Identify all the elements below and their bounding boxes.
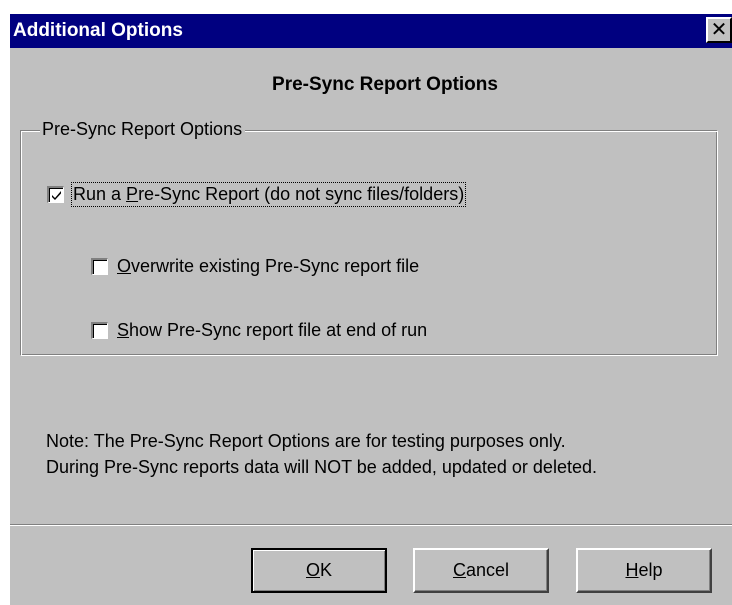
group-legend: Pre-Sync Report Options: [40, 117, 246, 141]
access-key: O: [305, 560, 320, 580]
label-text: verwrite existing Pre-Sync report file: [131, 256, 420, 276]
close-button[interactable]: ✕: [706, 17, 732, 43]
checkmark-icon: [52, 191, 61, 200]
run-presync-report-label[interactable]: Run a Pre-Sync Report (do not sync files…: [70, 182, 467, 207]
button-label: elp: [638, 560, 663, 580]
overwrite-report-label[interactable]: Overwrite existing Pre-Sync report file: [117, 256, 419, 277]
button-label: K: [320, 560, 333, 580]
page-heading: Pre-Sync Report Options: [272, 74, 498, 95]
help-button[interactable]: Help: [576, 548, 712, 593]
cancel-button[interactable]: Cancel: [413, 548, 549, 593]
access-key: C: [452, 560, 466, 580]
show-report-label[interactable]: Show Pre-Sync report file at end of run: [117, 320, 427, 341]
show-report-option[interactable]: Show Pre-Sync report file at end of run: [91, 320, 427, 341]
show-report-checkbox[interactable]: [91, 322, 108, 339]
run-presync-report-checkbox[interactable]: [47, 186, 64, 203]
separator: [10, 524, 732, 526]
label-text: re-Sync Report (do not sync files/folder…: [138, 184, 465, 204]
run-presync-report-option[interactable]: Run a Pre-Sync Report (do not sync files…: [47, 182, 467, 207]
title-bar[interactable]: Additional Options ✕: [10, 14, 732, 48]
label-text: how Pre-Sync report file at end of run: [129, 320, 428, 340]
access-key: O: [117, 256, 132, 276]
additional-options-dialog: Additional Options ✕ Pre-Sync Report Opt…: [10, 14, 732, 605]
note-line-2: During Pre-Sync reports data will NOT be…: [46, 457, 597, 477]
access-key: P: [126, 184, 139, 204]
close-icon: ✕: [710, 17, 728, 41]
label-text: Run a: [73, 184, 127, 204]
button-label: ancel: [465, 560, 510, 580]
access-key: H: [625, 560, 639, 580]
note-text: Note: The Pre-Sync Report Options are fo…: [46, 428, 597, 480]
overwrite-report-option[interactable]: Overwrite existing Pre-Sync report file: [91, 256, 419, 277]
overwrite-report-checkbox[interactable]: [91, 258, 108, 275]
ok-button[interactable]: OK: [251, 548, 387, 593]
dialog-title: Additional Options: [13, 20, 183, 41]
access-key: S: [117, 320, 130, 340]
note-line-1: Note: The Pre-Sync Report Options are fo…: [46, 431, 566, 451]
